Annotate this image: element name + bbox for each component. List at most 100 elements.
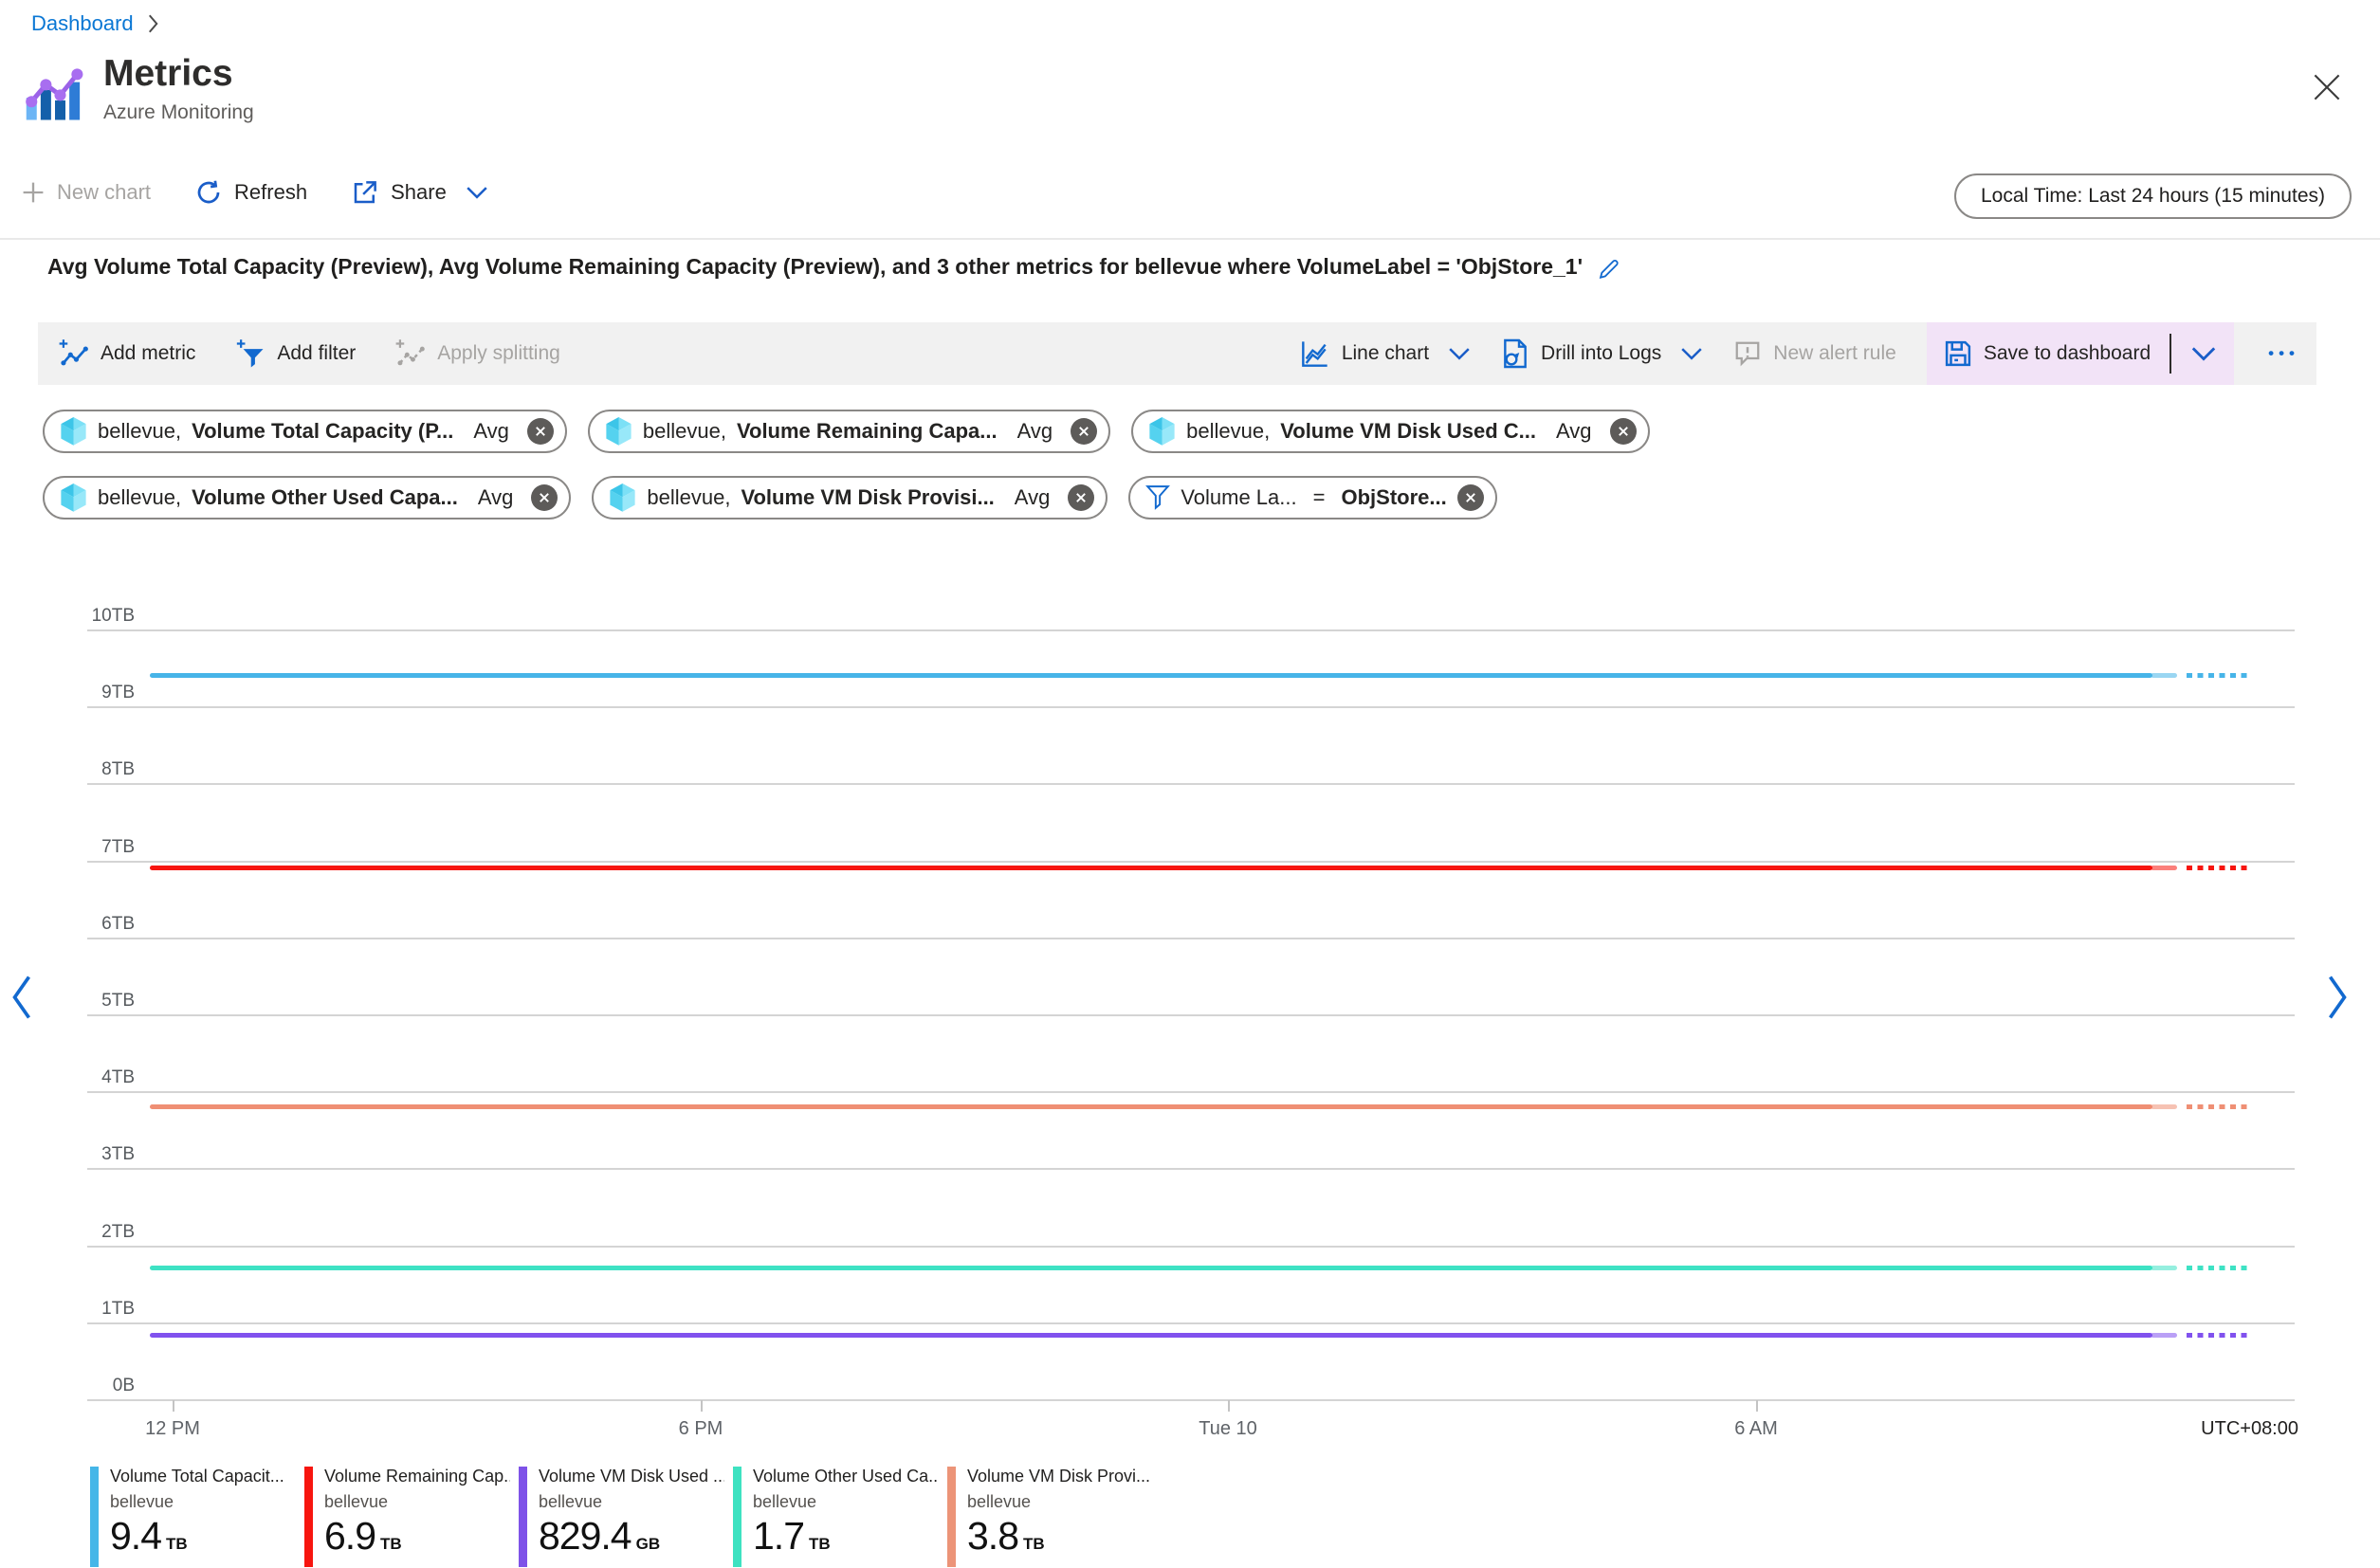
y-axis-tick-label: 10TB — [91, 606, 135, 626]
ellipsis-icon: ••• — [2268, 344, 2299, 362]
toolbar-left: Add metric Add filter Apply splitting — [59, 338, 560, 369]
metric-pill[interactable]: bellevue, Volume VM Disk Provisi... Avg — [592, 476, 1108, 520]
edit-title-button[interactable] — [1598, 255, 1622, 280]
timezone-label: UTC+08:00 — [2201, 1418, 2298, 1439]
y-axis-tick-label: 1TB — [101, 1299, 135, 1319]
x-axis-tick — [1228, 1400, 1230, 1412]
chart-series-line[interactable] — [150, 1333, 2152, 1338]
save-options-chevron-button[interactable] — [2190, 346, 2217, 361]
pill-aggregation: Avg — [473, 419, 509, 443]
chart-series-line[interactable] — [150, 673, 2152, 678]
legend-item[interactable]: Volume VM Disk Used ... bellevue 829.4 GB — [519, 1467, 725, 1567]
legend-value-number: 9.4 — [110, 1514, 162, 1558]
legend-metric-name: Volume VM Disk Provi... — [967, 1467, 1151, 1486]
add-metric-button[interactable]: Add metric — [59, 338, 195, 369]
chart-series-line-fade — [2151, 673, 2177, 678]
gridline — [87, 629, 2295, 631]
chart-series-line[interactable] — [150, 866, 2152, 870]
legend-resource-name: bellevue — [324, 1492, 389, 1511]
breadcrumb-dashboard-link[interactable]: Dashboard — [31, 11, 134, 36]
share-button[interactable]: Share — [351, 178, 488, 207]
legend-value-unit: GB — [635, 1535, 661, 1553]
filter-pill[interactable]: Volume La... = ObjStore... — [1128, 476, 1497, 520]
legend-resource-name: bellevue — [539, 1492, 603, 1511]
add-filter-button[interactable]: Add filter — [235, 338, 356, 369]
chart-type-label: Line chart — [1341, 342, 1430, 364]
legend-value-unit: TB — [166, 1535, 188, 1553]
time-range-label: Local Time: Last 24 hours (15 minutes) — [1980, 185, 2325, 207]
apply-splitting-button[interactable]: Apply splitting — [395, 338, 560, 369]
legend-item[interactable]: Volume Other Used Ca... bellevue 1.7 TB — [733, 1467, 940, 1567]
metric-pill[interactable]: bellevue, Volume Other Used Capa... Avg — [43, 476, 572, 520]
x-axis-tick — [701, 1400, 703, 1412]
pill-aggregation: Avg — [477, 485, 514, 509]
gridline — [87, 1168, 2295, 1170]
x-axis-tick-label: 12 PM — [145, 1418, 200, 1439]
save-to-dashboard-group: Save to dashboard — [1926, 322, 2235, 385]
resource-cube-icon — [60, 483, 87, 513]
y-axis-tick-label: 7TB — [101, 837, 135, 857]
pill-scope: bellevue, — [98, 419, 182, 443]
metric-pill[interactable]: bellevue, Volume Total Capacity (P... Avg — [43, 410, 567, 453]
chart-series-line[interactable] — [150, 1266, 2152, 1270]
pill-scope: bellevue, — [647, 485, 731, 509]
remove-pill-button[interactable] — [531, 484, 558, 511]
more-options-button[interactable]: ••• — [2264, 344, 2303, 363]
remove-pill-button[interactable] — [1456, 484, 1484, 511]
chart-type-selector[interactable]: Line chart — [1300, 338, 1471, 369]
pencil-icon — [1598, 255, 1622, 280]
gridline — [87, 706, 2295, 708]
filter-operator: = — [1312, 485, 1326, 509]
legend-metric-name: Volume Remaining Cap... — [324, 1467, 510, 1486]
drill-into-logs-icon — [1501, 338, 1529, 369]
time-range-picker[interactable]: Local Time: Last 24 hours (15 minutes) — [1953, 173, 2352, 219]
legend-item[interactable]: Volume VM Disk Provi... bellevue 3.8 TB — [947, 1467, 1154, 1567]
new-chart-label: New chart — [57, 180, 152, 204]
legend-resource-name: bellevue — [967, 1492, 1032, 1511]
chevron-down-icon — [1448, 347, 1471, 360]
pill-scope: bellevue, — [642, 419, 726, 443]
pill-aggregation: Avg — [1556, 419, 1592, 443]
close-button[interactable] — [2308, 68, 2346, 106]
new-chart-button[interactable]: New chart — [21, 180, 151, 205]
legend-item[interactable]: Volume Remaining Cap... bellevue 6.9 TB — [304, 1467, 511, 1567]
legend-value: 9.4 TB — [110, 1514, 188, 1559]
previous-chart-button[interactable] — [8, 973, 36, 1022]
share-icon — [351, 178, 379, 207]
remove-pill-button[interactable] — [526, 418, 554, 445]
next-chart-button[interactable] — [2323, 973, 2352, 1022]
metrics-page: Dashboard Metrics Azure Monitoring New c… — [0, 0, 2380, 1568]
chart-series-line-dashed — [2187, 673, 2251, 678]
save-to-dashboard-button[interactable]: Save to dashboard — [1944, 339, 2151, 368]
remove-pill-button[interactable] — [1068, 484, 1095, 511]
legend-value-unit: TB — [809, 1535, 831, 1553]
legend-item[interactable]: Volume Total Capacit... bellevue 9.4 TB — [90, 1467, 297, 1567]
pill-metric-name: Volume Other Used Capa... — [192, 485, 458, 509]
pill-scope: bellevue, — [98, 485, 182, 509]
chart-series-line-fade — [2151, 1333, 2177, 1338]
remove-pill-button[interactable] — [1609, 418, 1637, 445]
remove-pill-button[interactable] — [1071, 418, 1098, 445]
y-axis-tick-label: 9TB — [101, 683, 135, 702]
filter-value: ObjStore... — [1341, 485, 1447, 509]
chart-series-line-dashed — [2187, 1333, 2251, 1338]
pill-metric-name: Volume VM Disk Provisi... — [741, 485, 995, 509]
metric-pill[interactable]: bellevue, Volume VM Disk Used C... Avg — [1131, 410, 1650, 453]
metric-pill[interactable]: bellevue, Volume Remaining Capa... Avg — [587, 410, 1111, 453]
refresh-button[interactable]: Refresh — [194, 178, 307, 207]
chart-series-line[interactable] — [150, 1104, 2152, 1109]
line-chart-icon — [1300, 338, 1330, 369]
legend-value: 1.7 TB — [753, 1514, 831, 1559]
save-icon — [1944, 339, 1972, 368]
drill-into-logs-button[interactable]: Drill into Logs — [1501, 338, 1703, 369]
line-chart: UTC+08:00 10TB 9TB 8TB 7TB 6TB 5TB 4TB 3TB 2TB 1T… — [0, 0, 2380, 1568]
page-title: Metrics — [103, 53, 233, 94]
close-icon — [2314, 74, 2340, 100]
resource-cube-icon — [1148, 416, 1176, 447]
legend-value-number: 829.4 — [539, 1514, 632, 1558]
chart-series-line-fade — [2151, 1104, 2177, 1109]
legend-color-bar — [90, 1467, 99, 1567]
new-alert-rule-label: New alert rule — [1773, 342, 1896, 364]
add-filter-label: Add filter — [277, 342, 357, 364]
new-alert-rule-button[interactable]: New alert rule — [1733, 339, 1896, 368]
